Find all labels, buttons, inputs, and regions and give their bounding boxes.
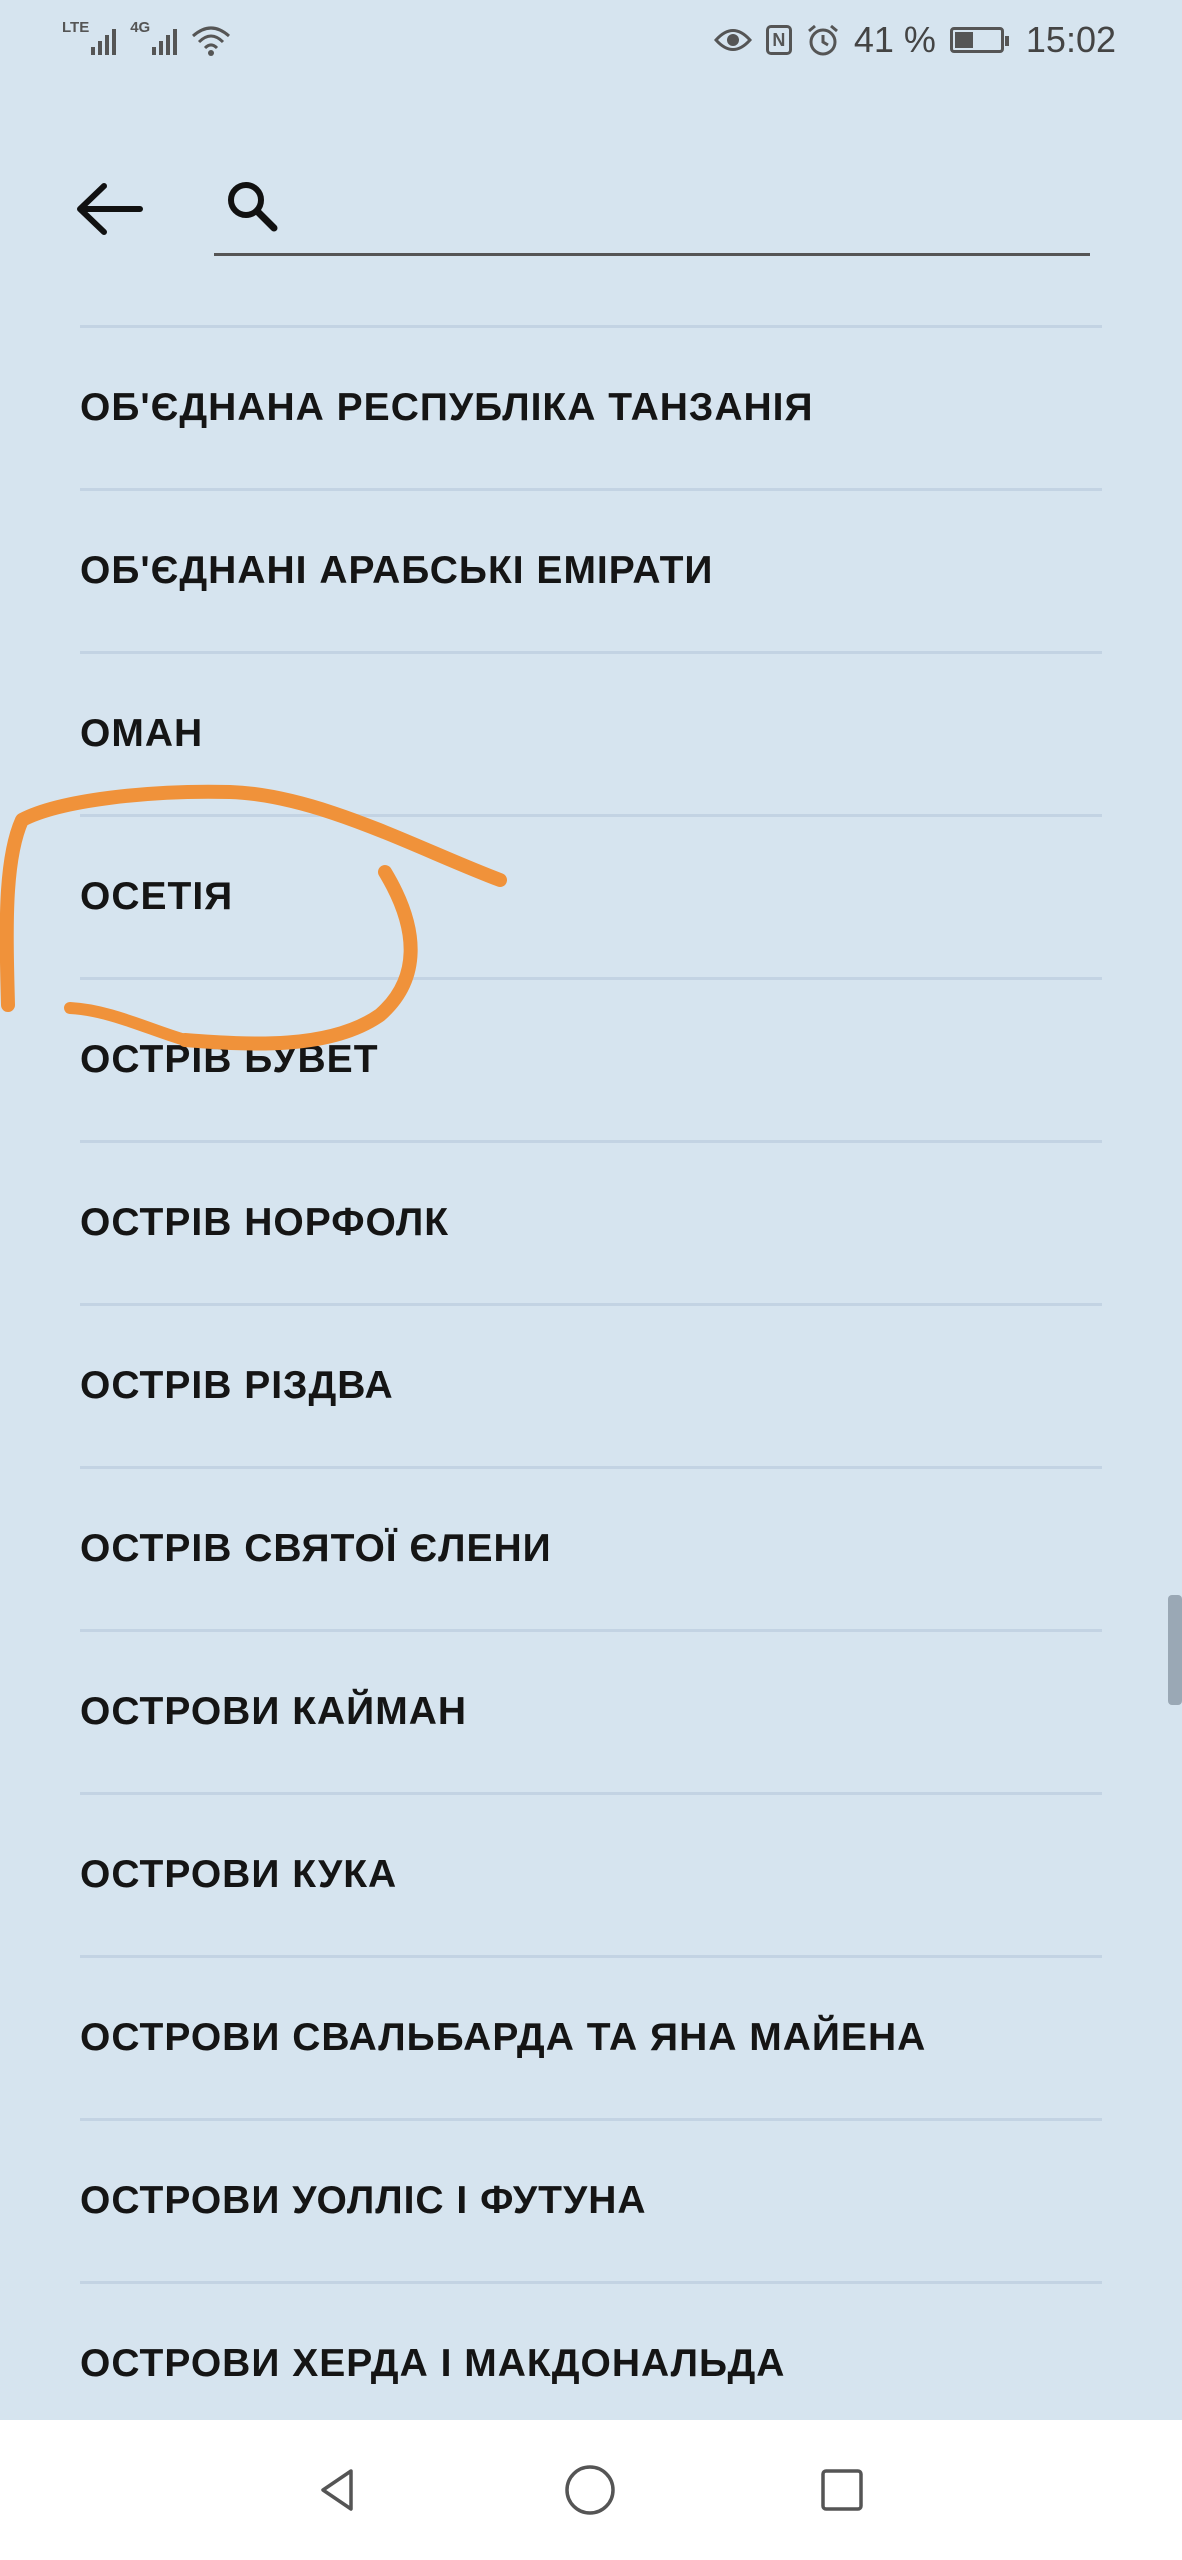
country-name: ОСЕТІЯ (80, 875, 234, 918)
country-list-item[interactable]: ОСТРІВ РІЗДВА (80, 1303, 1102, 1466)
battery-icon (949, 27, 1009, 53)
battery-percent: 41 % (853, 19, 936, 60)
country-name: ОСТРОВИ СВАЛЬБАРДА ТА ЯНА МАЙЕНА (80, 2016, 927, 2059)
clock: 15:02 (1025, 19, 1116, 60)
country-name: ОСТРОВИ КАЙМАН (80, 1690, 468, 1733)
back-nav-button[interactable] (278, 2420, 398, 2560)
status-left: LTE 4G (62, 19, 231, 56)
search-underline (214, 253, 1090, 256)
square-recents-icon (821, 2469, 863, 2511)
search-icon (228, 182, 278, 232)
wifi-icon (192, 26, 231, 56)
nfc-icon: N (765, 25, 792, 55)
country-name: ОСТРІВ БУВЕТ (80, 1038, 379, 1081)
country-list-item[interactable]: ОСТРІВ НОРФОЛК (80, 1140, 1102, 1303)
country-list-item[interactable]: ОСТРОВИ ХЕРДА І МАКДОНАЛЬДА (80, 2281, 1102, 2415)
country-list-item[interactable]: ОСЕТІЯ (80, 814, 1102, 977)
country-list-item[interactable]: ОСТРОВИ КУКА (80, 1792, 1102, 1955)
scrollbar[interactable] (1168, 1595, 1182, 1705)
country-name: ОСТРОВИ КУКА (80, 1853, 398, 1896)
country-list-item[interactable]: ОСТРОВИ УОЛЛІС І ФУТУНА (80, 2118, 1102, 2281)
country-name: ОМАН (80, 712, 204, 755)
signal-1: LTE (62, 19, 117, 55)
country-name: ОСТРОВИ ХЕРДА І МАКДОНАЛЬДА (80, 2342, 786, 2385)
arrow-left-icon (77, 183, 143, 235)
alarm-icon (807, 24, 838, 56)
country-list-item[interactable]: ОСТРОВИ КАЙМАН (80, 1629, 1102, 1792)
country-list-item[interactable]: ОБ'ЄДНАНІ АРАБСЬКІ ЕМІРАТИ (80, 488, 1102, 651)
country-name: ОСТРІВ СВЯТОЇ ЄЛЕНИ (80, 1527, 552, 1570)
country-name: ОСТРОВИ УОЛЛІС І ФУТУНА (80, 2179, 647, 2222)
eye-icon (713, 29, 752, 51)
search-input[interactable] (300, 170, 1084, 252)
country-list: ОБ'ЄДНАНА РЕСПУБЛІКА ТАНЗАНІЯ ОБ'ЄДНАНІ А… (0, 325, 1182, 2415)
country-list-item[interactable]: ОСТРІВ СВЯТОЇ ЄЛЕНИ (80, 1466, 1102, 1629)
network-label-1: LTE (62, 19, 90, 36)
network-label-2: 4G (130, 19, 151, 36)
country-list-item[interactable]: ОСТРОВИ СВАЛЬБАРДА ТА ЯНА МАЙЕНА (80, 1955, 1102, 2118)
back-button[interactable] (70, 174, 160, 244)
status-right: N 41 % 15:02 (713, 19, 1116, 61)
recents-nav-button[interactable] (782, 2420, 902, 2560)
signal-2: 4G (130, 19, 178, 55)
country-name: ОСТРІВ НОРФОЛК (80, 1201, 450, 1244)
status-bar: LTE 4G N 41 % 15:02 (0, 0, 1182, 80)
country-list-item[interactable]: ОБ'ЄДНАНА РЕСПУБЛІКА ТАНЗАНІЯ (80, 325, 1102, 488)
signal-icon (91, 25, 117, 55)
country-list-item[interactable]: ОМАН (80, 651, 1102, 814)
country-list-item[interactable]: ОСТРІВ БУВЕТ (80, 977, 1102, 1140)
battery-fill (954, 32, 973, 48)
navigation-bar (0, 2420, 1182, 2560)
country-name: ОСТРІВ РІЗДВА (80, 1364, 394, 1407)
signal-icon (152, 25, 178, 55)
triangle-back-icon (321, 2469, 353, 2511)
country-name: ОБ'ЄДНАНА РЕСПУБЛІКА ТАНЗАНІЯ (80, 386, 814, 429)
search-header (0, 150, 1182, 270)
country-name: ОБ'ЄДНАНІ АРАБСЬКІ ЕМІРАТИ (80, 549, 714, 592)
circle-home-icon (565, 2465, 615, 2515)
home-nav-button[interactable] (530, 2420, 650, 2560)
